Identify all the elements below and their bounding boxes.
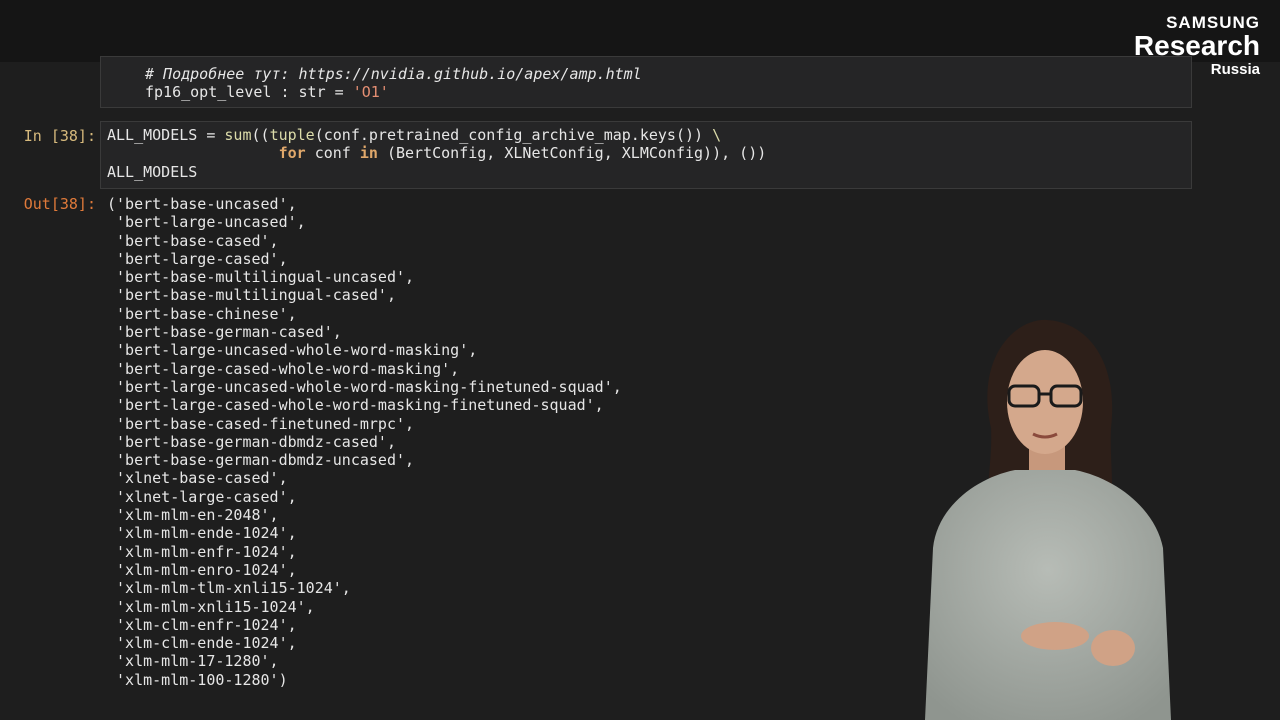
output-line: 'bert-base-cased', (107, 231, 279, 250)
code-line-opt-level: fp16_opt_level : str = 'O1' (145, 83, 389, 102)
presenter-hand-left (1021, 622, 1089, 650)
top-bar (0, 0, 1280, 62)
presenter-hand-right (1091, 630, 1135, 666)
code-cell-config[interactable]: # Подробнее тут: https://nvidia.github.i… (100, 56, 1192, 108)
code-line-1: ALL_MODELS = sum((tuple(conf.pretrained_… (107, 126, 722, 144)
output-line: 'bert-large-uncased', (107, 213, 306, 232)
output-area: ('bert-base-uncased', 'bert-large-uncase… (107, 195, 622, 689)
output-line: 'bert-large-uncased-whole-word-masking-f… (107, 377, 622, 396)
output-line: 'bert-base-multilingual-uncased', (107, 268, 415, 287)
output-line: 'bert-large-cased', (107, 249, 288, 268)
output-line: 'bert-base-german-cased', (107, 323, 342, 342)
presenter-sweater (925, 470, 1171, 720)
presenter-video-overlay (925, 319, 1171, 720)
output-line: 'xlm-mlm-17-1280', (107, 652, 279, 671)
output-line: 'xlm-mlm-en-2048', (107, 506, 279, 525)
output-line: 'bert-base-chinese', (107, 304, 297, 323)
output-line: 'xlnet-large-cased', (107, 487, 297, 506)
logo-brand: SAMSUNG (1166, 13, 1260, 32)
output-line: 'bert-large-cased-whole-word-masking-fin… (107, 396, 604, 415)
output-line: 'xlm-mlm-tlm-xnli15-1024', (107, 579, 351, 598)
output-line: ('bert-base-uncased', (107, 195, 297, 213)
output-line: 'xlm-mlm-enfr-1024', (107, 542, 297, 561)
output-prompt: Out[38]: (23, 195, 96, 213)
output-line: 'xlm-mlm-enro-1024', (107, 560, 297, 579)
output-line: 'bert-base-multilingual-cased', (107, 286, 396, 305)
code-cell-all-models[interactable]: ALL_MODELS = sum((tuple(conf.pretrained_… (100, 121, 1192, 189)
output-line: 'xlm-mlm-ende-1024', (107, 524, 297, 543)
output-line: 'bert-large-uncased-whole-word-masking', (107, 341, 478, 360)
input-prompt: In [38]: (23, 127, 96, 145)
code-comment: # Подробнее тут: https://nvidia.github.i… (145, 65, 642, 83)
output-line: 'bert-large-cased-whole-word-masking', (107, 359, 460, 378)
output-line: 'bert-base-cased-finetuned-mrpc', (107, 414, 415, 433)
code-line-3: ALL_MODELS (107, 162, 198, 181)
output-line: 'xlm-clm-ende-1024', (107, 634, 297, 653)
output-line: 'xlm-clm-enfr-1024', (107, 615, 297, 634)
output-line: 'bert-base-german-dbmdz-uncased', (107, 451, 415, 470)
code-line-2: for conf in (BertConfig, XLNetConfig, XL… (278, 144, 767, 163)
output-line: 'xlm-mlm-100-1280') (107, 670, 288, 689)
output-line: 'xlnet-base-cased', (107, 469, 288, 488)
output-line: 'xlm-mlm-xnli15-1024', (107, 597, 315, 616)
output-line: 'bert-base-german-dbmdz-cased', (107, 432, 396, 451)
